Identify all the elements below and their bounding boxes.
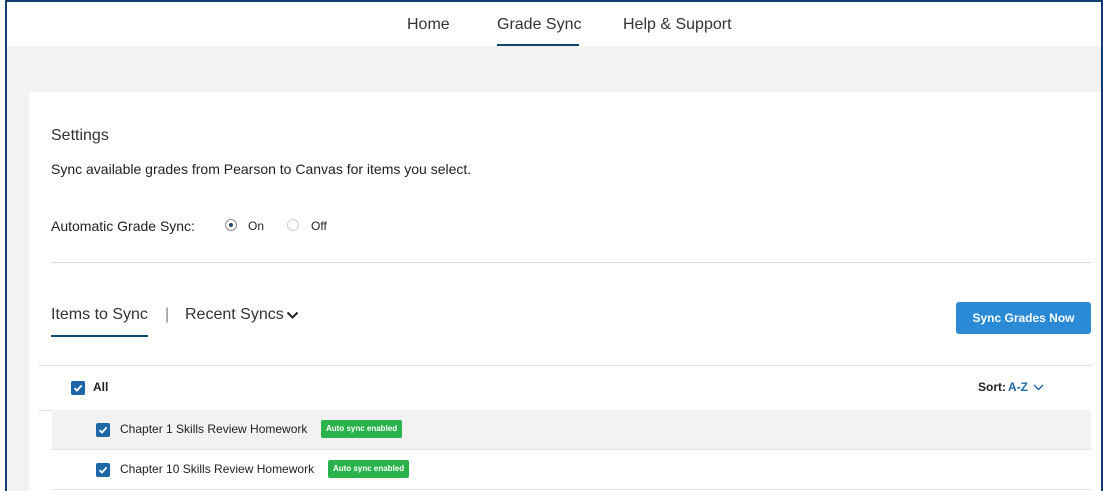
select-all-checkbox[interactable] <box>71 381 85 395</box>
settings-title: Settings <box>51 127 109 144</box>
checkmark-icon <box>98 466 108 474</box>
auto-sync-badge: Auto sync enabled <box>328 460 410 478</box>
select-all-row: All Sort: A-Z <box>38 365 1091 411</box>
checkmark-icon <box>98 426 108 434</box>
auto-sync-on-label[interactable]: On <box>248 219 264 233</box>
sort-dropdown[interactable]: A-Z <box>1008 380 1028 394</box>
tab-items-to-sync[interactable]: Items to Sync <box>51 306 148 324</box>
item-label: Chapter 1 Skills Review Homework <box>120 422 308 436</box>
nav-grade-sync[interactable]: Grade Sync <box>497 16 581 34</box>
list-item: Chapter 10 Skills Review Homework Auto s… <box>52 450 1091 490</box>
top-navigation: Home Grade Sync Help & Support <box>7 2 1101 46</box>
auto-sync-off-label[interactable]: Off <box>311 219 327 233</box>
sync-grades-now-button[interactable]: Sync Grades Now <box>956 302 1091 334</box>
sort-label: Sort: <box>978 380 1006 394</box>
auto-sync-off-radio[interactable] <box>287 219 299 231</box>
auto-sync-on-radio[interactable] <box>225 219 237 231</box>
tab-active-indicator <box>51 335 148 337</box>
nav-active-indicator <box>497 44 579 46</box>
item-checkbox[interactable] <box>96 423 110 437</box>
window-frame-left <box>0 0 7 491</box>
section-divider <box>51 262 1091 263</box>
select-all-label: All <box>93 380 109 394</box>
auto-sync-label: Automatic Grade Sync: <box>51 218 195 234</box>
settings-description: Sync available grades from Pearson to Ca… <box>51 161 472 177</box>
tab-recent-syncs[interactable]: Recent Syncs <box>185 306 284 324</box>
tab-separator: | <box>165 306 170 323</box>
item-label: Chapter 10 Skills Review Homework <box>120 462 315 476</box>
checkmark-icon <box>73 384 83 392</box>
settings-panel: Settings Sync available grades from Pear… <box>29 92 1101 491</box>
nav-help-support[interactable]: Help & Support <box>623 16 732 34</box>
item-checkbox[interactable] <box>96 463 110 477</box>
nav-home[interactable]: Home <box>407 16 450 34</box>
auto-sync-badge: Auto sync enabled <box>321 420 403 438</box>
list-item: Chapter 1 Skills Review Homework Auto sy… <box>52 410 1091 450</box>
chevron-down-icon[interactable] <box>1033 383 1044 392</box>
chevron-down-icon[interactable] <box>286 309 299 321</box>
items-list: All Sort: A-Z Chapter 1 Skills Review Ho… <box>38 365 1101 491</box>
